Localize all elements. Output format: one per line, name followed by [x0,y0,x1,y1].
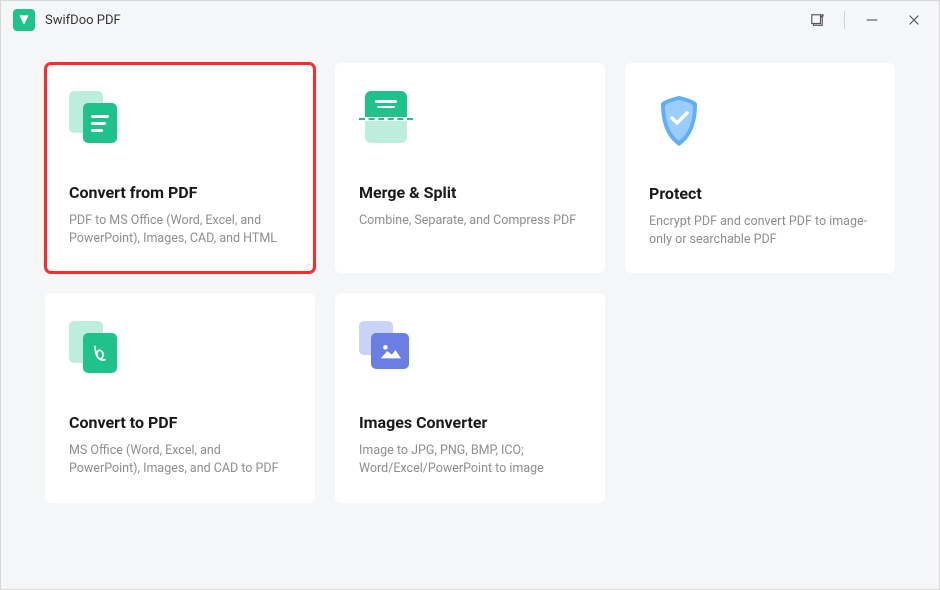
titlebar-divider [844,11,845,29]
minimize-button[interactable] [853,5,891,35]
card-title: Convert to PDF [69,413,291,432]
titlebar: SwifDoo PDF [1,1,939,39]
app-title: SwifDoo PDF [45,13,121,28]
content-grid: Convert from PDF PDF to MS Office (Word,… [1,39,939,527]
card-merge-split[interactable]: Merge & Split Combine, Separate, and Com… [335,63,605,273]
card-title: Protect [649,184,871,203]
card-convert-to-pdf[interactable]: Convert to PDF MS Office (Word, Excel, a… [45,293,315,503]
app-window: SwifDoo PDF Conv [0,0,940,590]
app-logo-icon [13,9,35,31]
card-desc: Image to JPG, PNG, BMP, ICO; Word/Excel/… [359,442,581,478]
card-convert-from-pdf[interactable]: Convert from PDF PDF to MS Office (Word,… [45,63,315,273]
card-images-converter[interactable]: Images Converter Image to JPG, PNG, BMP,… [335,293,605,503]
card-desc: PDF to MS Office (Word, Excel, and Power… [69,212,291,248]
card-desc: MS Office (Word, Excel, and PowerPoint),… [69,442,291,478]
merge-split-icon [359,91,419,151]
window-expand-button[interactable] [798,5,836,35]
card-title: Convert from PDF [69,183,291,202]
card-protect[interactable]: Protect Encrypt PDF and convert PDF to i… [625,63,895,273]
protect-shield-icon [649,91,709,152]
images-converter-icon [359,321,419,381]
titlebar-controls [798,5,933,35]
close-button[interactable] [895,5,933,35]
card-desc: Encrypt PDF and convert PDF to image-onl… [649,213,871,249]
card-desc: Combine, Separate, and Compress PDF [359,212,581,230]
card-title: Merge & Split [359,183,581,202]
titlebar-left: SwifDoo PDF [13,9,121,31]
convert-from-pdf-icon [69,91,129,151]
card-title: Images Converter [359,413,581,432]
convert-to-pdf-icon [69,321,129,381]
